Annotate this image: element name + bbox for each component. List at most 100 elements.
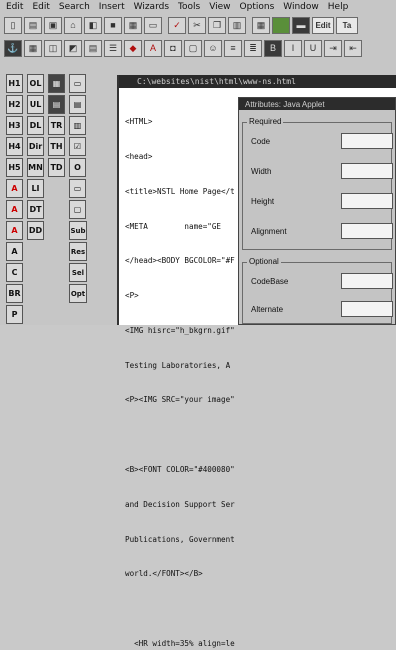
new-file-icon[interactable]: ▯	[4, 16, 22, 34]
alignment-label: Alignment	[251, 227, 287, 236]
copy-icon[interactable]: ❐	[208, 16, 226, 34]
folder-icon[interactable]: ⌂	[64, 16, 82, 34]
tag-palette: H1 H2 H3 H4 H5 A A A A C BR P OL UL DL D…	[6, 74, 114, 325]
tag-dt-button[interactable]: DT	[27, 200, 44, 219]
form-icon[interactable]: ▭	[69, 74, 86, 93]
tag-dir-button[interactable]: Dir	[27, 137, 44, 156]
select-button[interactable]: Sel	[69, 263, 87, 282]
alignment-select[interactable]	[341, 223, 393, 239]
reset-button[interactable]: Res	[69, 242, 87, 261]
browser-preview-icon[interactable]	[272, 16, 290, 34]
width-label: Width	[251, 167, 272, 176]
menu-item-view[interactable]: View	[209, 2, 230, 12]
tag-h3-button[interactable]: H3	[6, 116, 23, 135]
menu-item-search[interactable]: Search	[59, 2, 90, 12]
grid-icon[interactable]: ▦	[252, 16, 270, 34]
tag-h2-button[interactable]: H2	[6, 95, 23, 114]
app-window: Edit Edit Search Insert Wizards Tools Vi…	[0, 0, 396, 648]
menu-item-edit[interactable]: Edit	[32, 2, 49, 12]
main-toolbar: ▯ ▤ ▣ ⌂ ◧ ■ ▦ ▭ ✓ ✂ ❐ ▥ ▦ ▬ Edit Ta	[0, 14, 396, 36]
print-icon[interactable]: ▭	[144, 16, 162, 34]
format-icon[interactable]: ▢	[184, 39, 202, 57]
table-icon[interactable]: ▦	[24, 39, 42, 57]
center-icon[interactable]: C	[6, 263, 23, 282]
submit-button[interactable]: Sub	[69, 221, 87, 240]
open-folder-icon[interactable]: ◧	[84, 16, 102, 34]
tag-dd-button[interactable]: DD	[27, 221, 44, 240]
menu-item-wizards[interactable]: Wizards	[134, 2, 169, 12]
font-color-icon[interactable]: A	[144, 39, 162, 57]
tag-br-button[interactable]: BR	[6, 284, 23, 303]
reset-icon[interactable]: ▢	[69, 200, 86, 219]
tag-menu-button[interactable]: MN	[27, 158, 44, 177]
menu-item-insert[interactable]: Insert	[99, 2, 125, 12]
width-field[interactable]	[341, 163, 393, 179]
alternate-field[interactable]	[341, 301, 393, 317]
tag-ol-button[interactable]: OL	[27, 74, 44, 93]
codebase-field[interactable]	[341, 273, 393, 289]
font-face-icon[interactable]: A	[6, 242, 23, 261]
button-icon[interactable]: ▭	[69, 179, 86, 198]
option-button[interactable]: Opt	[69, 284, 87, 303]
tag-h5-button[interactable]: H5	[6, 158, 23, 177]
new-template-icon[interactable]: ▤	[24, 16, 42, 34]
font-size-up-icon[interactable]: A	[6, 200, 23, 219]
menu-item-window[interactable]: Window	[283, 2, 319, 12]
tag-li-button[interactable]: LI	[27, 179, 44, 198]
tag-p-button[interactable]: P	[6, 305, 23, 324]
save-icon[interactable]: ■	[104, 16, 122, 34]
person-icon[interactable]: ☺	[204, 39, 222, 57]
code-line: </head><BODY BGCOLOR="#F	[125, 256, 235, 266]
menu-item-file[interactable]: Edit	[6, 2, 23, 12]
tag-tr-button[interactable]: TR	[48, 116, 65, 135]
anchor-icon[interactable]: ⚓	[4, 39, 22, 57]
tag-ul-button[interactable]: UL	[27, 95, 44, 114]
textarea-icon[interactable]: ▥	[69, 116, 86, 135]
tag-dl-button[interactable]: DL	[27, 116, 44, 135]
code-editor[interactable]: <HTML> <head> <title>NSTL Home Page</t <…	[125, 93, 235, 650]
font-size-icon[interactable]: A	[6, 179, 23, 198]
font-icon[interactable]: ◘	[164, 39, 182, 57]
save-all-icon[interactable]: ▦	[124, 16, 142, 34]
cut-icon[interactable]: ✂	[188, 16, 206, 34]
tag-td-button[interactable]: TD	[48, 158, 65, 177]
table-quick-icon[interactable]: ▤	[48, 95, 65, 114]
tag-h1-button[interactable]: H1	[6, 74, 23, 93]
italic-icon[interactable]: I	[284, 39, 302, 57]
window-icon[interactable]: ▬	[292, 16, 310, 34]
checkbox-icon[interactable]: ☑	[69, 137, 86, 156]
bold-icon[interactable]: B	[264, 39, 282, 57]
codebase-label: CodeBase	[251, 277, 289, 286]
form-icon[interactable]: ▤	[84, 39, 102, 57]
code-line: <head>	[125, 151, 153, 161]
menu-item-tools[interactable]: Tools	[178, 2, 200, 12]
text-field-icon[interactable]: ▤	[69, 95, 86, 114]
indent-icon[interactable]: ⇥	[324, 39, 342, 57]
tag-th-button[interactable]: TH	[48, 137, 65, 156]
menu-item-help[interactable]: Help	[328, 2, 349, 12]
height-field[interactable]	[341, 193, 393, 209]
menu-item-options[interactable]: Options	[240, 2, 275, 12]
outdent-icon[interactable]: ⇤	[344, 39, 362, 57]
code-label: Code	[251, 137, 271, 146]
underline-icon[interactable]: U	[304, 39, 322, 57]
tag-button[interactable]: Ta	[336, 16, 358, 34]
image-icon[interactable]: ◩	[64, 39, 82, 57]
tag-h4-button[interactable]: H4	[6, 137, 23, 156]
spell-check-icon[interactable]: ✓	[168, 16, 186, 34]
optional-group: Optional CodeBase Alternate	[242, 257, 393, 324]
list-icon[interactable]: ☰	[104, 39, 122, 57]
color-icon[interactable]: ◆	[124, 39, 142, 57]
table-wizard-icon[interactable]: ▦	[48, 74, 65, 93]
align-left-icon[interactable]: ≡	[224, 39, 242, 57]
font-size-down-icon[interactable]: A	[6, 221, 23, 240]
open-icon[interactable]: ▣	[44, 16, 62, 34]
code-field[interactable]	[341, 133, 393, 149]
edit-mode-button[interactable]: Edit	[312, 16, 334, 34]
code-line: world.</FONT></B>	[125, 569, 203, 579]
frame-icon[interactable]: ◫	[44, 39, 62, 57]
align-center-icon[interactable]: ≣	[244, 39, 262, 57]
radio-icon[interactable]: O	[69, 158, 86, 177]
paste-icon[interactable]: ▥	[228, 16, 246, 34]
